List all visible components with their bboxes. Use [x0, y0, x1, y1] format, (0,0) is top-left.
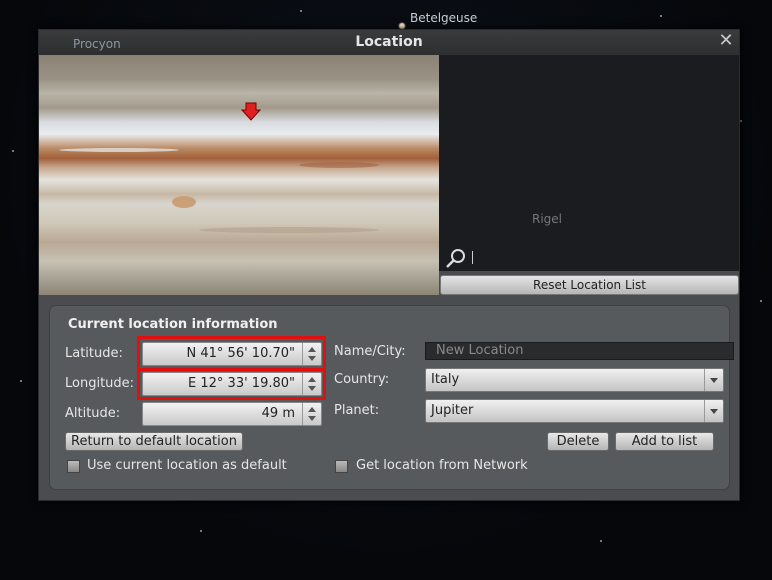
current-location-group: Current location information Latitude: N…	[49, 305, 734, 490]
latitude-stepper[interactable]	[302, 343, 321, 365]
altitude-label: Altitude:	[65, 406, 121, 421]
country-label: Country:	[334, 372, 390, 387]
star	[12, 150, 14, 152]
chevron-down-icon[interactable]	[308, 416, 316, 421]
location-list-panel[interactable]: Rigel	[439, 55, 739, 271]
star-label-rigel: Rigel	[532, 212, 563, 226]
altitude-stepper[interactable]	[302, 403, 321, 425]
name-city-label: Name/City:	[334, 344, 406, 359]
star-label-procyon: Procyon	[73, 37, 121, 51]
name-city-input[interactable]: New Location	[425, 342, 734, 360]
star	[600, 540, 602, 542]
delete-button[interactable]: Delete	[547, 432, 609, 451]
star	[760, 300, 762, 302]
star	[200, 530, 202, 532]
planet-select[interactable]: Jupiter	[425, 399, 724, 423]
return-to-default-button[interactable]: Return to default location	[65, 432, 243, 451]
longitude-spinbox[interactable]: E 12° 33' 19.80"	[142, 372, 322, 396]
longitude-stepper[interactable]	[302, 373, 321, 395]
chevron-down-icon[interactable]	[308, 386, 316, 391]
use-default-checkbox[interactable]	[67, 460, 80, 473]
latitude-value: N 41° 56' 10.70"	[186, 346, 295, 361]
planet-label: Planet:	[334, 403, 380, 418]
latitude-label: Latitude:	[65, 346, 123, 361]
reset-location-list-button[interactable]: Reset Location List	[440, 275, 739, 295]
title-bar[interactable]: Location ✕	[39, 30, 739, 55]
chevron-down-icon[interactable]	[308, 356, 316, 361]
search-input[interactable]	[472, 251, 473, 264]
jupiter-map-image	[39, 55, 439, 295]
longitude-value: E 12° 33' 19.80"	[188, 376, 295, 391]
location-window: Location ✕ Rigel Reset Location List Cur…	[38, 29, 740, 501]
planet-map[interactable]	[39, 55, 439, 295]
network-location-checkbox[interactable]	[335, 460, 348, 473]
altitude-value: 49 m	[261, 406, 295, 421]
add-to-list-button[interactable]: Add to list	[615, 432, 714, 451]
star	[20, 380, 22, 382]
chevron-up-icon[interactable]	[308, 377, 316, 382]
search-icon[interactable]	[445, 247, 467, 269]
star-label-betelgeuse: Betelgeuse	[410, 11, 478, 25]
chevron-up-icon[interactable]	[308, 407, 316, 412]
country-select[interactable]: Italy	[425, 368, 724, 392]
window-title: Location	[355, 34, 423, 50]
star	[740, 120, 742, 122]
altitude-spinbox[interactable]: 49 m	[142, 402, 322, 426]
close-icon[interactable]: ✕	[717, 32, 735, 50]
latitude-spinbox[interactable]: N 41° 56' 10.70"	[142, 342, 322, 366]
country-value: Italy	[431, 372, 460, 387]
group-title: Current location information	[68, 317, 278, 332]
chevron-up-icon[interactable]	[308, 347, 316, 352]
use-default-label: Use current location as default	[87, 458, 287, 473]
longitude-label: Longitude:	[65, 376, 135, 391]
chevron-down-icon[interactable]	[704, 400, 723, 422]
planet-value: Jupiter	[431, 403, 474, 418]
network-location-label: Get location from Network	[356, 458, 528, 473]
star	[660, 15, 662, 17]
chevron-down-icon[interactable]	[704, 369, 723, 391]
star	[300, 10, 302, 12]
